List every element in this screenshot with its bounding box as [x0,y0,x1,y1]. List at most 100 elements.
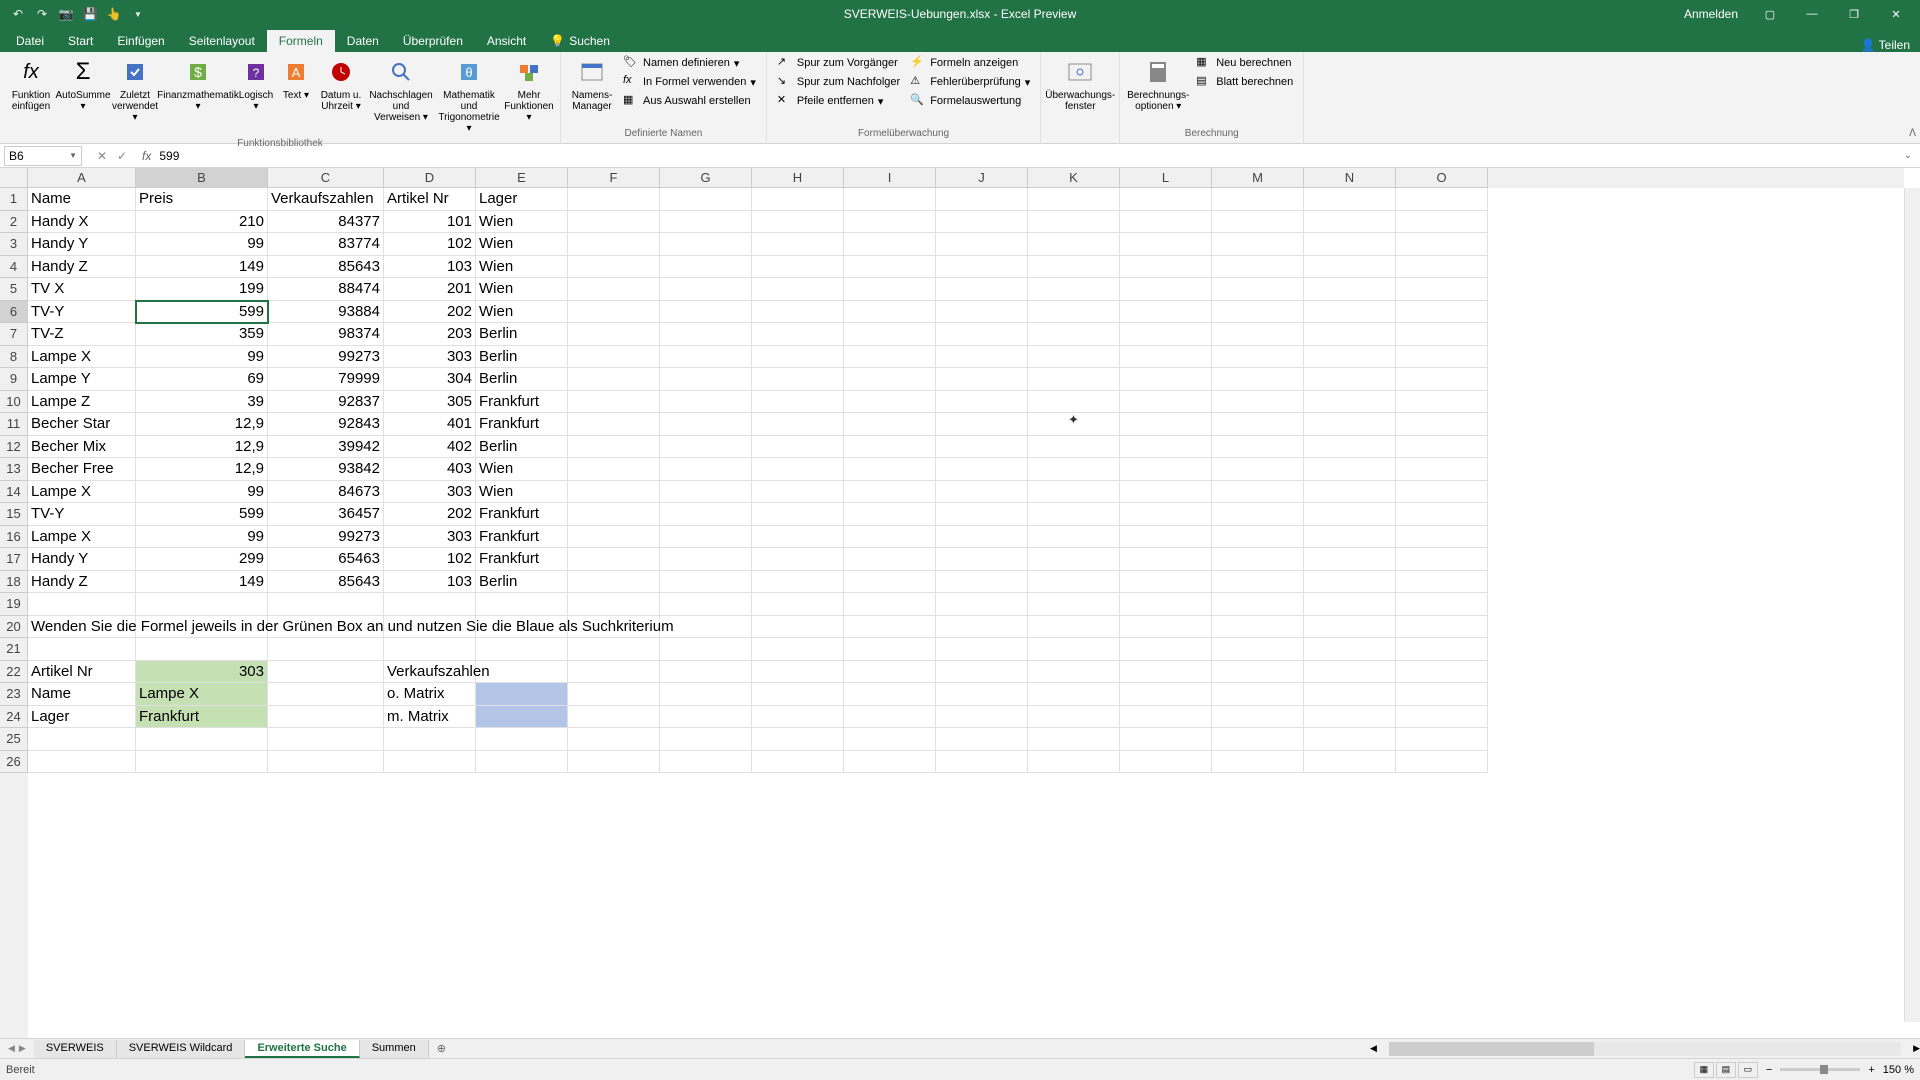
cell[interactable]: Wien [476,211,568,234]
row-header-24[interactable]: 24 [0,706,28,729]
cell[interactable]: 12,9 [136,436,268,459]
cell[interactable] [1396,391,1488,414]
cell[interactable] [936,661,1028,684]
cell[interactable]: 12,9 [136,458,268,481]
cell[interactable] [752,436,844,459]
cell[interactable]: Wien [476,256,568,279]
cell[interactable]: Becher Mix [28,436,136,459]
share-button[interactable]: 👤 Teilen [1861,38,1910,52]
cell[interactable] [752,706,844,729]
cell[interactable] [844,391,936,414]
more-functions-button[interactable]: Mehr Funktionen ▾ [504,54,554,125]
cell[interactable]: 99 [136,233,268,256]
cell[interactable] [1212,661,1304,684]
column-header-K[interactable]: K [1028,168,1120,188]
cell[interactable]: Wien [476,458,568,481]
cell[interactable] [1120,638,1212,661]
cell[interactable] [936,571,1028,594]
cell[interactable] [28,593,136,616]
calculate-now-button[interactable]: ▦Neu berechnen [1192,54,1297,72]
cell[interactable] [752,638,844,661]
row-header-10[interactable]: 10 [0,391,28,414]
cell[interactable] [1212,571,1304,594]
cell[interactable] [568,346,660,369]
cell[interactable]: Name [28,188,136,211]
cell[interactable] [660,436,752,459]
cell[interactable]: Wenden Sie die Formel jeweils in der Grü… [28,616,136,639]
cell[interactable] [844,413,936,436]
cell[interactable] [1304,323,1396,346]
cell[interactable] [660,391,752,414]
cell[interactable] [1304,368,1396,391]
cell[interactable] [568,391,660,414]
cell[interactable] [28,728,136,751]
cell[interactable] [1028,706,1120,729]
cell[interactable] [476,683,568,706]
cell[interactable] [1396,503,1488,526]
cell[interactable] [1028,323,1120,346]
cell[interactable] [1028,593,1120,616]
cell[interactable] [660,548,752,571]
cell[interactable] [1028,391,1120,414]
column-header-B[interactable]: B [136,168,268,188]
cell[interactable] [752,413,844,436]
cell[interactable]: Artikel Nr [384,188,476,211]
cell[interactable] [1120,458,1212,481]
cell[interactable] [1120,503,1212,526]
cell[interactable] [752,391,844,414]
cell[interactable] [1396,436,1488,459]
row-header-12[interactable]: 12 [0,436,28,459]
cell[interactable] [936,616,1028,639]
cell[interactable] [1028,278,1120,301]
cell[interactable] [1120,278,1212,301]
cell[interactable] [1120,481,1212,504]
cell[interactable]: Lampe Z [28,391,136,414]
cell[interactable] [936,638,1028,661]
name-manager-button[interactable]: Namens-Manager [567,54,617,114]
cell[interactable]: Becher Free [28,458,136,481]
cell[interactable] [136,728,268,751]
cell[interactable] [1028,481,1120,504]
cell[interactable] [660,233,752,256]
minimize-button[interactable]: — [1792,0,1832,28]
cell[interactable] [1304,413,1396,436]
cell[interactable] [1212,413,1304,436]
cell[interactable] [752,616,844,639]
cell[interactable] [1120,323,1212,346]
cell[interactable] [844,593,936,616]
horizontal-scrollbar[interactable]: ◀ ▶ [1370,1042,1920,1056]
row-header-1[interactable]: 1 [0,188,28,211]
cell[interactable] [1028,683,1120,706]
cell[interactable] [1212,391,1304,414]
cell[interactable]: Handy Z [28,571,136,594]
cell[interactable]: 99 [136,346,268,369]
add-sheet-button[interactable]: ⊕ [429,1040,454,1057]
cell[interactable] [936,683,1028,706]
cell[interactable] [844,706,936,729]
cell[interactable]: Wien [476,301,568,324]
row-header-6[interactable]: 6 [0,301,28,324]
cell[interactable] [1304,346,1396,369]
row-header-18[interactable]: 18 [0,571,28,594]
cell[interactable] [752,683,844,706]
cell[interactable]: Name [28,683,136,706]
cell[interactable]: 101 [384,211,476,234]
logical-button[interactable]: ? Logisch ▾ [236,54,276,114]
row-header-22[interactable]: 22 [0,661,28,684]
cell[interactable] [1304,728,1396,751]
cell[interactable]: Artikel Nr [28,661,136,684]
cell[interactable]: 303 [384,481,476,504]
cell[interactable] [1212,593,1304,616]
cell[interactable] [568,593,660,616]
cell[interactable] [936,706,1028,729]
calculation-options-button[interactable]: Berechnungs-optionen ▾ [1126,54,1190,114]
tab-einfuegen[interactable]: Einfügen [105,30,176,52]
cell[interactable] [476,661,568,684]
cell[interactable] [936,233,1028,256]
cell[interactable] [1304,616,1396,639]
cell[interactable]: TV-Y [28,301,136,324]
watch-window-button[interactable]: Überwachungs-fenster [1047,54,1113,114]
cell[interactable]: Lampe X [28,481,136,504]
cell[interactable] [568,526,660,549]
cell[interactable]: 39 [136,391,268,414]
